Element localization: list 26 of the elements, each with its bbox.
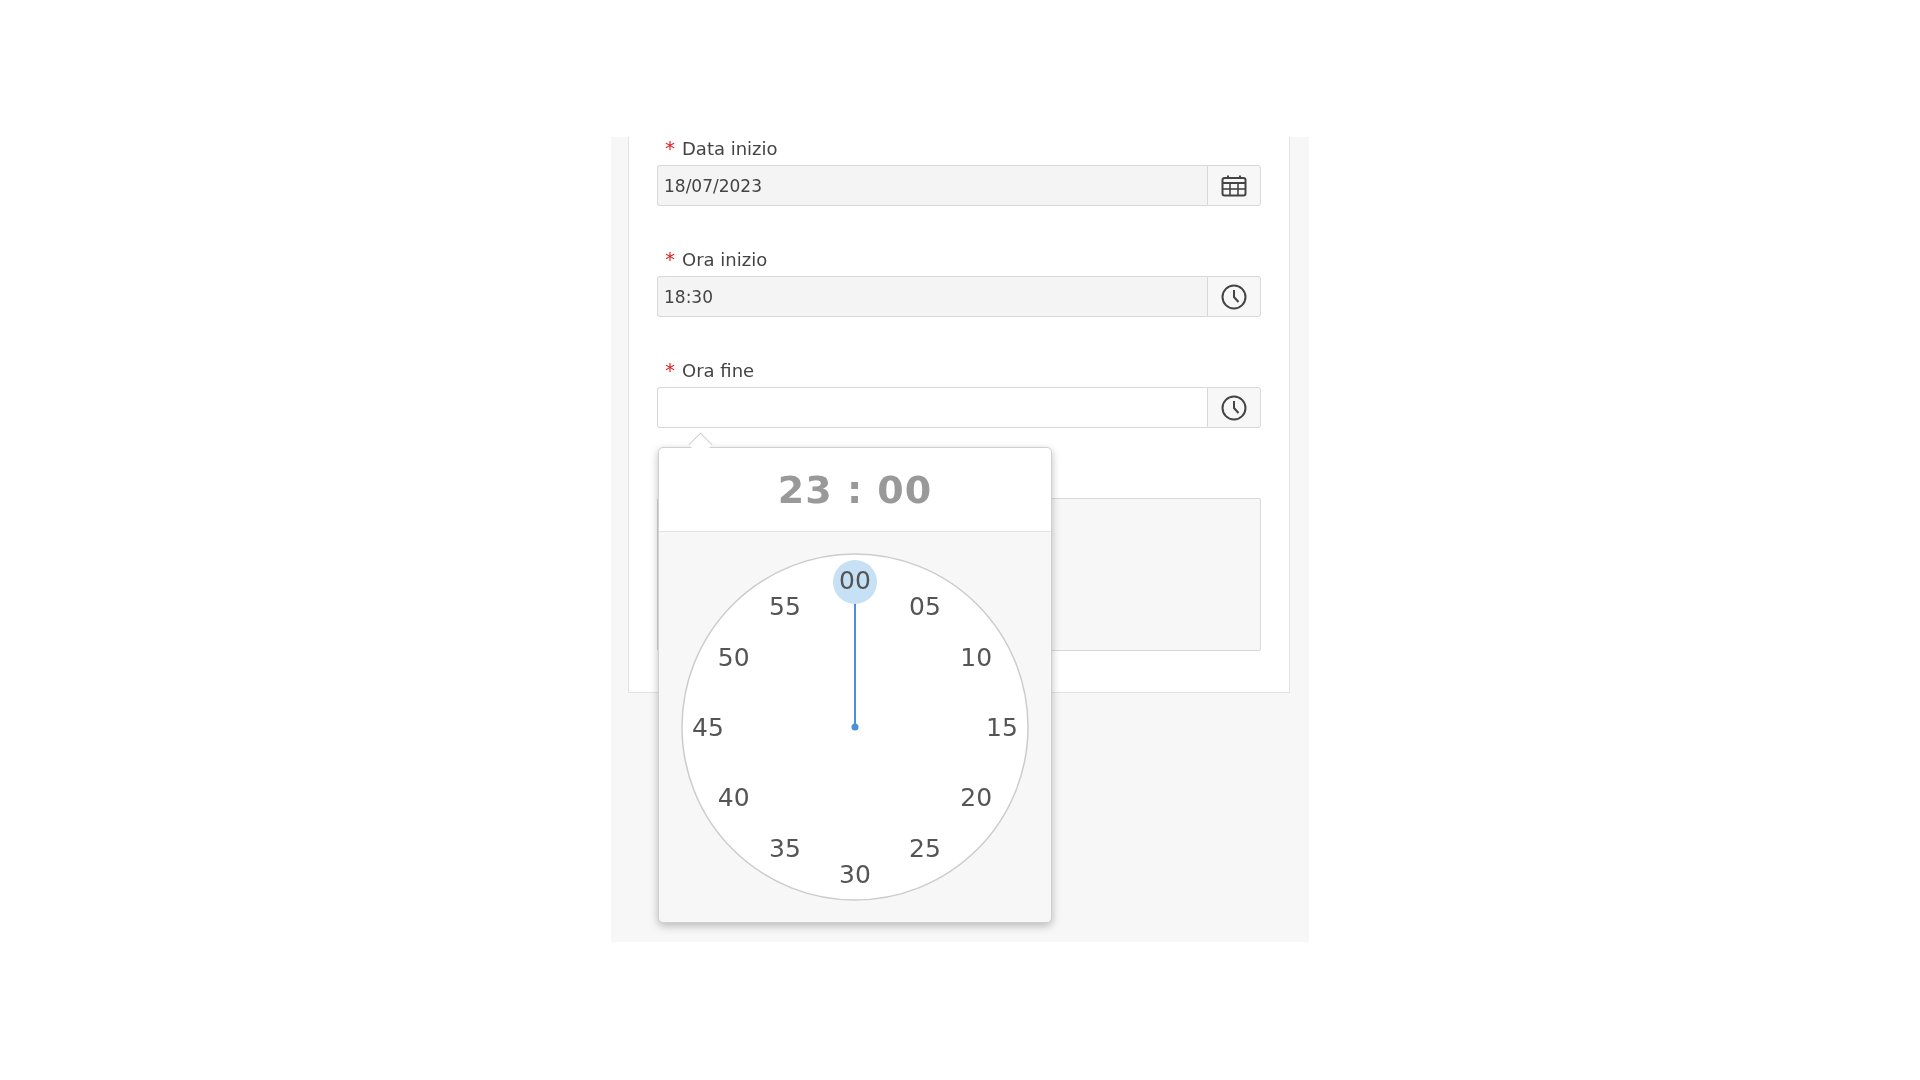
required-asterisk: *	[665, 136, 675, 160]
minute-option[interactable]: 15	[986, 713, 1018, 742]
minute-option[interactable]: 55	[769, 591, 801, 621]
clock-button[interactable]	[1207, 387, 1261, 428]
field-label: Ora fine	[682, 359, 755, 381]
minute-option[interactable]: 10	[960, 643, 993, 672]
calendar-button[interactable]	[1207, 165, 1261, 206]
clock-icon	[1221, 394, 1247, 421]
field-label: Ora inizio	[682, 248, 768, 270]
required-asterisk: *	[665, 358, 675, 382]
minute-option[interactable]: 25	[909, 834, 941, 864]
minute-option[interactable]: 05	[909, 591, 941, 621]
minute-option[interactable]: 30	[839, 860, 871, 889]
required-asterisk: *	[665, 247, 675, 271]
minute-option[interactable]: 35	[769, 834, 801, 864]
time-field[interactable]	[657, 387, 1207, 428]
calendar-icon	[1221, 174, 1247, 197]
minute-option[interactable]: 40	[717, 783, 750, 812]
minute-option[interactable]: 45	[692, 713, 724, 742]
clock-icon	[1221, 283, 1247, 310]
clock-button[interactable]	[1207, 276, 1261, 317]
minute-option[interactable]: 00	[839, 566, 871, 595]
minute-option[interactable]: 50	[717, 643, 750, 672]
minute-option[interactable]: 20	[960, 783, 993, 812]
field-label: Data inizio	[682, 137, 778, 159]
selected-time: 23 : 00	[777, 467, 933, 512]
